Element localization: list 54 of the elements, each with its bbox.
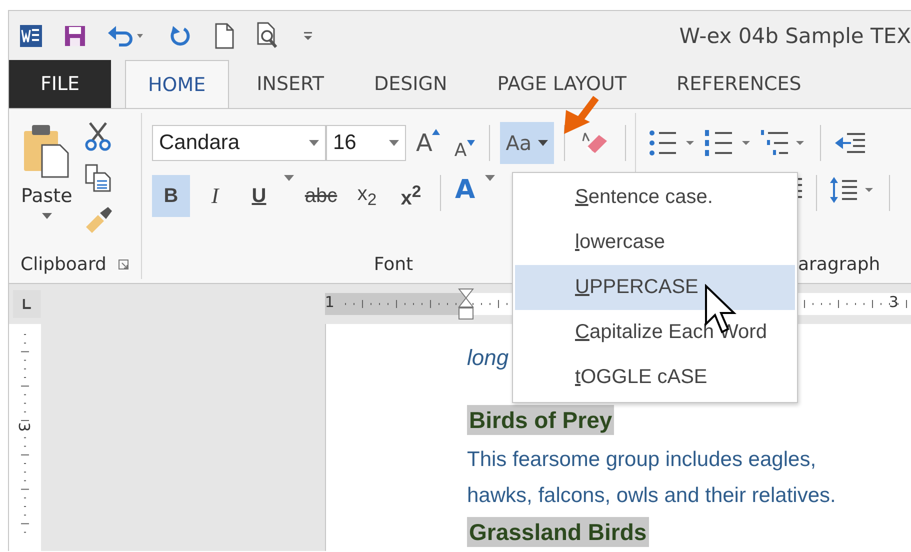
- heading-text: Grassland Birds: [467, 517, 649, 547]
- format-button[interactable]: x$^{2}$: [392, 175, 430, 217]
- save-icon[interactable]: [63, 24, 87, 48]
- body-text: long: [467, 345, 509, 370]
- caret-icon: [389, 140, 399, 146]
- copy-icon[interactable]: [84, 163, 112, 193]
- caret-icon[interactable]: [485, 175, 496, 181]
- shrink-font-button[interactable]: A: [450, 140, 479, 167]
- format-button[interactable]: U: [240, 175, 278, 217]
- caret-icon: [309, 140, 319, 146]
- ribbon-tab[interactable]: DESIGN: [352, 60, 470, 108]
- paragraph-text: This fearsome group includes eagles, hawks, falcons, owls and their relatives.: [467, 448, 836, 507]
- indent-marker-icon[interactable]: [458, 288, 474, 320]
- format-painter-icon[interactable]: [84, 205, 114, 235]
- file-tab[interactable]: FILE: [9, 60, 111, 108]
- format-button[interactable]: x$_{2}$: [348, 175, 386, 217]
- caret-icon: [42, 213, 52, 219]
- ribbon-tab[interactable]: REFERENCES: [654, 60, 824, 108]
- new-document-icon[interactable]: [213, 22, 235, 48]
- group-label: aragraph: [798, 254, 880, 274]
- font-size-field[interactable]: 16: [326, 125, 406, 161]
- numbering-icon[interactable]: [704, 128, 752, 158]
- heading-text: Birds of Prey: [467, 405, 614, 435]
- ribbon-tab[interactable]: HOME: [125, 60, 229, 108]
- window-title: W-ex 04b Sample TEX: [679, 24, 911, 48]
- cut-icon[interactable]: [84, 121, 112, 151]
- group-label: Clipboard: [20, 254, 106, 274]
- menu-item[interactable]: tOGGLE cASE: [515, 355, 795, 400]
- ribbon-tab[interactable]: INSERT: [234, 60, 346, 108]
- caret-icon: [538, 140, 548, 146]
- dialog-launcher-icon[interactable]: [118, 258, 130, 270]
- font-name-field[interactable]: Candara: [152, 125, 326, 161]
- up-triangle-icon: [432, 129, 440, 135]
- caret-icon[interactable]: [284, 175, 294, 181]
- format-button[interactable]: I: [196, 175, 234, 217]
- text-effects-button[interactable]: A: [451, 175, 480, 205]
- clipboard-icon: [22, 123, 72, 179]
- menu-item[interactable]: lowercase: [515, 220, 795, 265]
- ribbon-tab[interactable]: PAGE LAYOUT: [475, 60, 648, 108]
- menu-item[interactable]: Sentence case.: [515, 175, 795, 220]
- word-app-icon[interactable]: [19, 24, 43, 48]
- grow-font-button[interactable]: A: [412, 129, 444, 157]
- tab-selector-icon[interactable]: [13, 290, 41, 318]
- down-triangle-icon: [466, 140, 475, 146]
- ruler-number: 3: [14, 422, 33, 432]
- paste-button[interactable]: Paste: [17, 119, 76, 245]
- format-button[interactable]: B: [152, 175, 190, 217]
- format-button[interactable]: abc: [300, 175, 342, 217]
- ruler-number: 1: [324, 293, 334, 311]
- change-case-button[interactable]: Aa: [500, 122, 554, 164]
- menu-item[interactable]: UPPERCASE: [515, 265, 795, 310]
- group-label: Font: [374, 254, 414, 274]
- ruler-number: 3: [888, 293, 898, 311]
- bullets-icon[interactable]: [648, 128, 696, 158]
